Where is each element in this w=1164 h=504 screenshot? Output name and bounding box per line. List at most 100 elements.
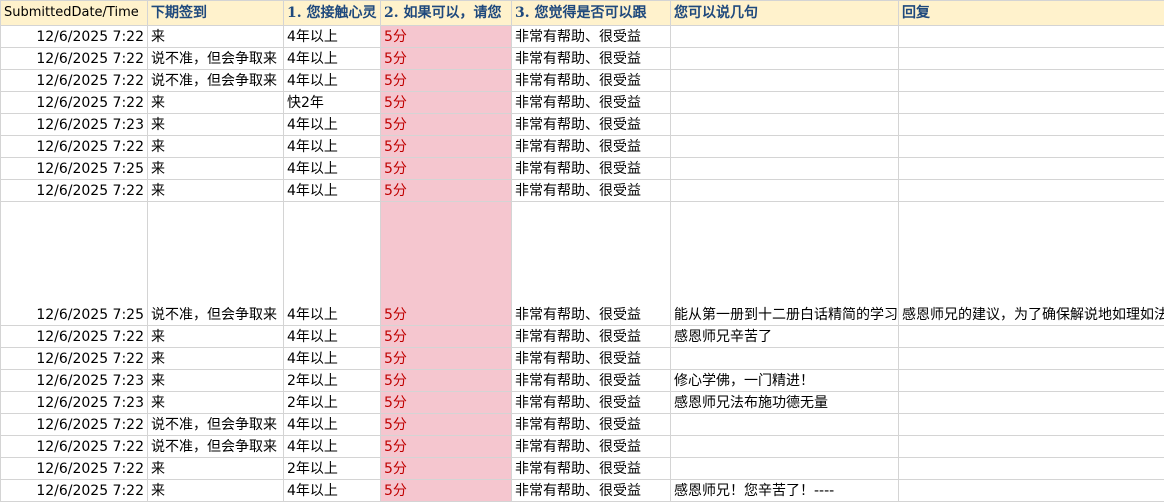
cell-next-signin[interactable]: 说不准，但会争取来 [147, 201, 284, 326]
cell-reply[interactable] [898, 435, 1164, 458]
cell-next-signin[interactable]: 来 [147, 369, 284, 392]
header-q2-rating[interactable]: 2. 如果可以，请您 [380, 0, 512, 26]
cell-submitted-date[interactable]: 12/6/2025 7:22 [0, 47, 148, 70]
cell-rating[interactable]: 5分 [380, 69, 512, 92]
header-next-signin[interactable]: 下期签到 [147, 0, 284, 26]
cell-rating[interactable]: 5分 [380, 413, 512, 436]
cell-submitted-date[interactable]: 12/6/2025 7:23 [0, 113, 148, 136]
cell-rating[interactable]: 5分 [380, 47, 512, 70]
cell-submitted-date[interactable]: 12/6/2025 7:22 [0, 135, 148, 158]
header-comment[interactable]: 您可以说几句 [670, 0, 899, 26]
cell-next-signin[interactable]: 说不准，但会争取来 [147, 47, 284, 70]
cell-comment[interactable] [670, 25, 899, 48]
cell-submitted-date[interactable]: 12/6/2025 7:22 [0, 25, 148, 48]
cell-reply[interactable] [898, 325, 1164, 348]
cell-reply[interactable] [898, 413, 1164, 436]
cell-next-signin[interactable]: 说不准，但会争取来 [147, 435, 284, 458]
cell-submitted-date[interactable]: 12/6/2025 7:23 [0, 369, 148, 392]
cell-submitted-date[interactable]: 12/6/2025 7:23 [0, 391, 148, 414]
cell-comment[interactable] [670, 69, 899, 92]
cell-rating[interactable]: 5分 [380, 201, 512, 326]
cell-helpfulness[interactable]: 非常有帮助、很受益 [511, 113, 671, 136]
cell-comment[interactable] [670, 157, 899, 180]
cell-next-signin[interactable]: 来 [147, 157, 284, 180]
cell-reply[interactable] [898, 369, 1164, 392]
cell-submitted-date[interactable]: 12/6/2025 7:22 [0, 179, 148, 202]
cell-next-signin[interactable]: 来 [147, 479, 284, 502]
header-reply[interactable]: 回复 [898, 0, 1164, 26]
cell-reply[interactable] [898, 179, 1164, 202]
cell-submitted-date[interactable]: 12/6/2025 7:22 [0, 325, 148, 348]
cell-comment[interactable] [670, 347, 899, 370]
cell-rating[interactable]: 5分 [380, 457, 512, 480]
cell-comment[interactable] [670, 179, 899, 202]
cell-rating[interactable]: 5分 [380, 179, 512, 202]
cell-next-signin[interactable]: 来 [147, 135, 284, 158]
cell-helpfulness[interactable]: 非常有帮助、很受益 [511, 135, 671, 158]
cell-helpfulness[interactable]: 非常有帮助、很受益 [511, 325, 671, 348]
cell-rating[interactable]: 5分 [380, 157, 512, 180]
cell-helpfulness[interactable]: 非常有帮助、很受益 [511, 347, 671, 370]
cell-rating[interactable]: 5分 [380, 479, 512, 502]
cell-comment[interactable]: 能从第一册到十二册白话精简的学习吗？感恩师兄们慈悲法布施 随喜赞叹 [670, 201, 899, 326]
cell-helpfulness[interactable]: 非常有帮助、很受益 [511, 179, 671, 202]
cell-contact-duration[interactable]: 4年以上 [283, 325, 381, 348]
cell-rating[interactable]: 5分 [380, 391, 512, 414]
cell-rating[interactable]: 5分 [380, 113, 512, 136]
cell-helpfulness[interactable]: 非常有帮助、很受益 [511, 391, 671, 414]
cell-next-signin[interactable]: 来 [147, 391, 284, 414]
cell-rating[interactable]: 5分 [380, 347, 512, 370]
cell-contact-duration[interactable]: 4年以上 [283, 435, 381, 458]
cell-contact-duration[interactable]: 4年以上 [283, 25, 381, 48]
cell-reply[interactable] [898, 391, 1164, 414]
cell-next-signin[interactable]: 来 [147, 325, 284, 348]
cell-next-signin[interactable]: 来 [147, 113, 284, 136]
cell-reply[interactable] [898, 479, 1164, 502]
cell-contact-duration[interactable]: 4年以上 [283, 69, 381, 92]
cell-next-signin[interactable]: 说不准，但会争取来 [147, 69, 284, 92]
cell-next-signin[interactable]: 来 [147, 25, 284, 48]
cell-reply[interactable] [898, 69, 1164, 92]
cell-helpfulness[interactable]: 非常有帮助、很受益 [511, 69, 671, 92]
header-q1-contact-duration[interactable]: 1. 您接触心灵 [283, 0, 381, 26]
cell-reply[interactable]: 感恩师兄的建议，为了确保解说地如理如法，所以当时选择的是详细完整的学习路径，给师… [898, 201, 1164, 326]
cell-submitted-date[interactable]: 12/6/2025 7:22 [0, 91, 148, 114]
cell-reply[interactable] [898, 347, 1164, 370]
cell-contact-duration[interactable]: 快2年 [283, 91, 381, 114]
header-submitted-date[interactable]: SubmittedDate/Time [0, 0, 148, 26]
cell-contact-duration[interactable]: 2年以上 [283, 457, 381, 480]
cell-helpfulness[interactable]: 非常有帮助、很受益 [511, 479, 671, 502]
cell-comment[interactable]: 感恩师兄辛苦了 [670, 325, 899, 348]
cell-submitted-date[interactable]: 12/6/2025 7:25 [0, 157, 148, 180]
cell-submitted-date[interactable]: 12/6/2025 7:22 [0, 435, 148, 458]
cell-comment[interactable]: 感恩师兄法布施功德无量 [670, 391, 899, 414]
cell-submitted-date[interactable]: 12/6/2025 7:22 [0, 457, 148, 480]
cell-next-signin[interactable]: 来 [147, 457, 284, 480]
cell-helpfulness[interactable]: 非常有帮助、很受益 [511, 435, 671, 458]
cell-next-signin[interactable]: 来 [147, 91, 284, 114]
cell-contact-duration[interactable]: 2年以上 [283, 391, 381, 414]
cell-reply[interactable] [898, 91, 1164, 114]
cell-submitted-date[interactable]: 12/6/2025 7:22 [0, 413, 148, 436]
cell-comment[interactable]: 感恩师兄！您辛苦了！---- [670, 479, 899, 502]
cell-contact-duration[interactable]: 4年以上 [283, 47, 381, 70]
cell-submitted-date[interactable]: 12/6/2025 7:22 [0, 479, 148, 502]
cell-helpfulness[interactable]: 非常有帮助、很受益 [511, 201, 671, 326]
cell-contact-duration[interactable]: 4年以上 [283, 479, 381, 502]
cell-reply[interactable] [898, 157, 1164, 180]
cell-rating[interactable]: 5分 [380, 25, 512, 48]
cell-helpfulness[interactable]: 非常有帮助、很受益 [511, 157, 671, 180]
cell-comment[interactable] [670, 457, 899, 480]
cell-rating[interactable]: 5分 [380, 369, 512, 392]
cell-contact-duration[interactable]: 4年以上 [283, 201, 381, 326]
cell-helpfulness[interactable]: 非常有帮助、很受益 [511, 457, 671, 480]
cell-comment[interactable]: 修心学佛，一门精进！ [670, 369, 899, 392]
cell-reply[interactable] [898, 47, 1164, 70]
cell-helpfulness[interactable]: 非常有帮助、很受益 [511, 413, 671, 436]
cell-contact-duration[interactable]: 2年以上 [283, 369, 381, 392]
cell-helpfulness[interactable]: 非常有帮助、很受益 [511, 91, 671, 114]
cell-comment[interactable] [670, 113, 899, 136]
cell-submitted-date[interactable]: 12/6/2025 7:22 [0, 347, 148, 370]
cell-reply[interactable] [898, 25, 1164, 48]
cell-contact-duration[interactable]: 4年以上 [283, 347, 381, 370]
